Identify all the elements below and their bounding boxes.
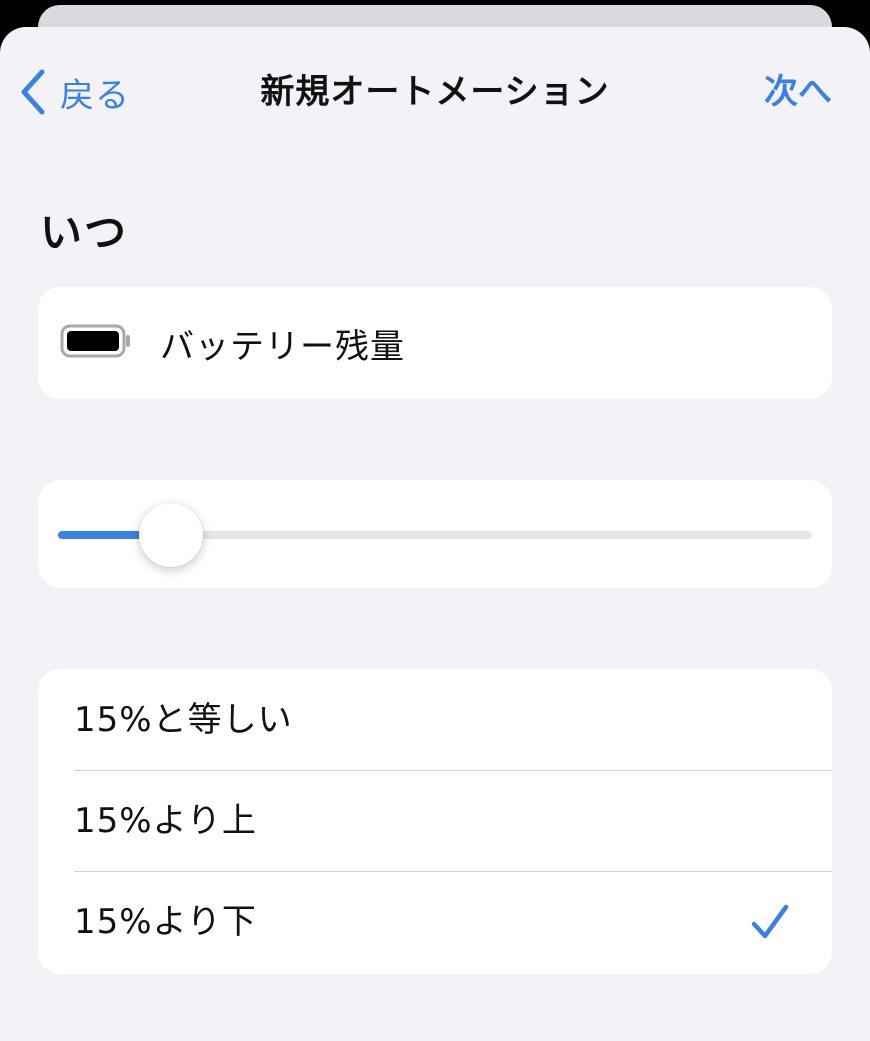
option-label: 15%より下 bbox=[74, 902, 257, 942]
slider-thumb[interactable] bbox=[139, 503, 204, 567]
automation-sheet: 戻る 新規オートメーション 次へ いつ バッテリー残量 15%と等しい 15%より… bbox=[0, 27, 870, 1041]
slider-card bbox=[38, 480, 832, 588]
option-label: 15%より上 bbox=[74, 801, 257, 841]
option-label: 15%と等しい bbox=[74, 700, 293, 740]
condition-options-card: 15%と等しい 15%より上 15%より下 bbox=[38, 669, 832, 974]
trigger-card[interactable]: バッテリー残量 bbox=[38, 287, 832, 399]
navigation-bar: 戻る 新規オートメーション 次へ bbox=[0, 27, 870, 157]
option-row[interactable]: 15%と等しい bbox=[38, 670, 832, 771]
battery-level-slider[interactable] bbox=[58, 503, 812, 567]
trigger-label: バッテリー残量 bbox=[160, 326, 405, 367]
trigger-row[interactable]: バッテリー残量 bbox=[60, 287, 405, 399]
battery-icon bbox=[60, 323, 132, 363]
option-row[interactable]: 15%より上 bbox=[38, 771, 832, 872]
next-button[interactable]: 次へ bbox=[764, 67, 832, 117]
option-row[interactable]: 15%より下 bbox=[38, 872, 832, 973]
page-title: 新規オートメーション bbox=[260, 72, 610, 112]
checkmark-icon bbox=[750, 902, 790, 946]
section-header-when: いつ bbox=[40, 208, 129, 257]
